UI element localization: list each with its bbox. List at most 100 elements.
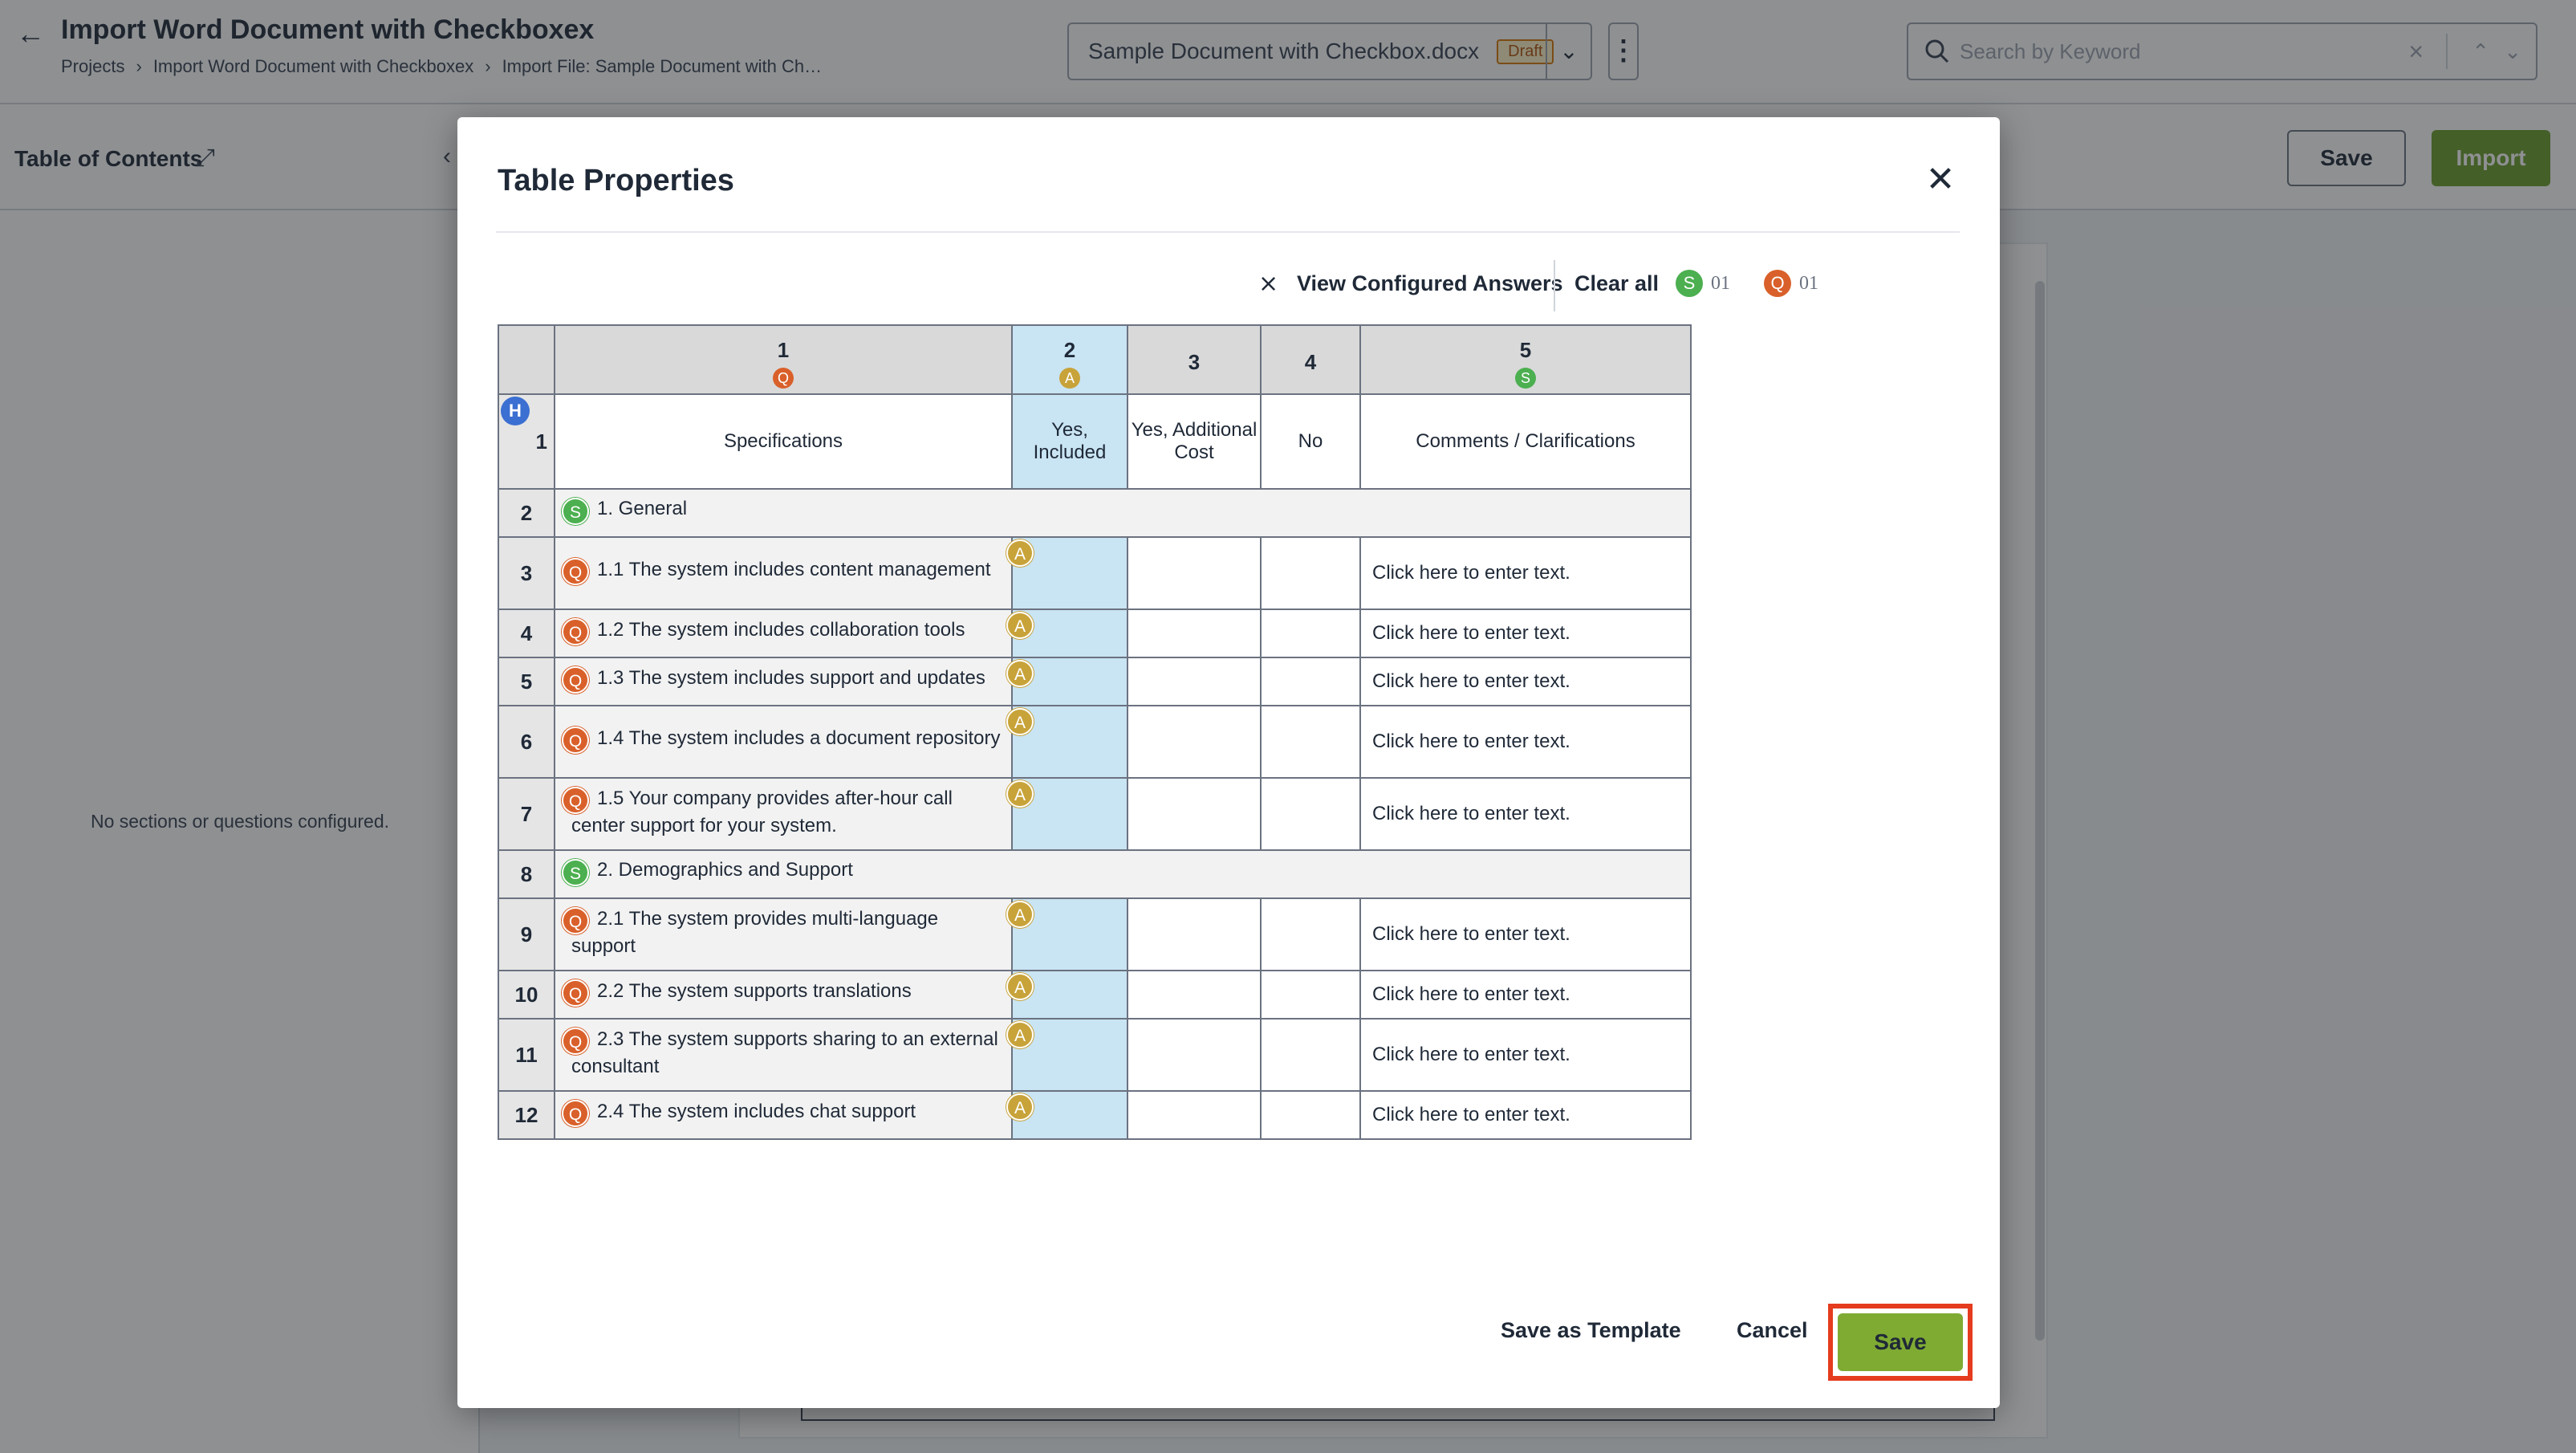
close-icon[interactable]: ✕ <box>1920 159 1961 201</box>
table-cell[interactable] <box>1127 970 1262 1020</box>
answer-badge-icon: A <box>1006 539 1034 567</box>
question-cell[interactable]: Q 1.3 The system includes support and upd… <box>554 657 1013 706</box>
question-row[interactable]: 5 Q 1.3 The system includes support and up… <box>498 657 1692 706</box>
answer-cell[interactable]: A <box>1006 1090 1128 1140</box>
row-number[interactable]: 12 <box>498 1090 555 1140</box>
row-number[interactable]: 5 <box>498 657 555 706</box>
question-badge-icon: Q <box>562 618 589 645</box>
row-number[interactable]: 9 <box>498 897 555 971</box>
table-cell[interactable] <box>1127 1018 1262 1092</box>
table-cell[interactable] <box>1260 657 1361 706</box>
question-row[interactable]: 6 Q 1.4 The system includes a document rep… <box>498 705 1692 779</box>
comment-cell[interactable]: Click here to enter text. <box>1359 657 1692 706</box>
comment-cell[interactable]: Click here to enter text. <box>1359 1018 1692 1092</box>
column-header-3[interactable]: 3 <box>1127 324 1262 395</box>
question-row[interactable]: 11 Q 2.3 The system supports sharing to an… <box>498 1018 1692 1092</box>
question-badge-icon: Q <box>562 558 589 585</box>
corner-cell <box>498 324 555 395</box>
answer-badge-icon: A <box>1006 901 1034 928</box>
row-number[interactable]: 10 <box>498 970 555 1020</box>
question-cell[interactable]: Q 2.2 The system supports translations <box>554 970 1013 1020</box>
question-cell[interactable]: Q 2.1 The system provides multi-language … <box>554 897 1013 971</box>
table-cell[interactable] <box>1260 970 1361 1020</box>
section-badge-icon: S <box>562 498 589 525</box>
question-text: 1.3 The system includes support and upda… <box>597 667 985 689</box>
question-row[interactable]: 12 Q 2.4 The system includes chat support A… <box>498 1090 1692 1140</box>
row-number[interactable]: 11 <box>498 1018 555 1092</box>
answer-cell[interactable]: A <box>1006 897 1128 971</box>
cancel-button[interactable]: Cancel <box>1737 1318 1808 1343</box>
table-cell[interactable] <box>1127 657 1262 706</box>
answer-badge-icon: A <box>1006 1021 1034 1048</box>
answer-cell[interactable]: A <box>1006 1018 1128 1092</box>
table-cell[interactable] <box>1260 536 1361 610</box>
comment-cell[interactable]: Click here to enter text. <box>1359 536 1692 610</box>
table-cell[interactable] <box>1260 897 1361 971</box>
question-badge-icon: Q <box>1764 270 1791 297</box>
row-number[interactable]: 4 <box>498 608 555 658</box>
header-cell[interactable]: Yes, Included <box>1011 393 1128 490</box>
table-cell[interactable] <box>1127 608 1262 658</box>
answer-cell[interactable]: A <box>1006 657 1128 706</box>
section-row[interactable]: 8 S 2. Demographics and Support <box>498 849 1692 899</box>
row-number[interactable]: 2 <box>498 488 555 538</box>
question-row[interactable]: 3 Q 1.1 The system includes content manage… <box>498 536 1692 610</box>
column-header-5[interactable]: 5 S <box>1359 324 1692 395</box>
question-cell[interactable]: Q 1.4 The system includes a document repo… <box>554 705 1013 779</box>
header-cell[interactable]: Yes, Additional Cost <box>1127 393 1262 490</box>
comment-cell[interactable]: Click here to enter text. <box>1359 705 1692 779</box>
table-cell[interactable] <box>1127 777 1262 851</box>
answer-cell[interactable]: A <box>1006 608 1128 658</box>
question-cell[interactable]: Q 2.3 The system supports sharing to an e… <box>554 1018 1013 1092</box>
section-row[interactable]: 2 S 1. General <box>498 488 1692 538</box>
question-cell[interactable]: Q 1.5 Your company provides after-hour ca… <box>554 777 1013 851</box>
table-cell[interactable] <box>1260 608 1361 658</box>
answer-badge-icon: A <box>1006 1093 1034 1121</box>
save-as-template-button[interactable]: Save as Template <box>1501 1318 1681 1343</box>
row-number[interactable]: 6 <box>498 705 555 779</box>
clear-all-button[interactable]: Clear all <box>1574 271 1659 296</box>
question-cell[interactable]: Q 1.1 The system includes content managem… <box>554 536 1013 610</box>
table-cell[interactable] <box>1260 1018 1361 1092</box>
answer-cell[interactable]: A <box>1006 705 1128 779</box>
question-badge-icon: Q <box>773 367 794 389</box>
answer-cell[interactable]: A <box>1006 777 1128 851</box>
table-cell[interactable] <box>1127 705 1262 779</box>
comment-cell[interactable]: Click here to enter text. <box>1359 897 1692 971</box>
question-cell[interactable]: Q 1.2 The system includes collaboration t… <box>554 608 1013 658</box>
column-header-2[interactable]: 2 A <box>1011 324 1128 395</box>
table-cell[interactable] <box>1260 777 1361 851</box>
section-cell[interactable]: S 1. General <box>554 488 1692 538</box>
answer-badge-icon: A <box>1059 367 1080 389</box>
comment-cell[interactable]: Click here to enter text. <box>1359 970 1692 1020</box>
row-number[interactable]: 3 <box>498 536 555 610</box>
row-number[interactable]: H 1 <box>498 393 555 490</box>
modal-save-button[interactable]: Save <box>1838 1313 1963 1371</box>
question-row[interactable]: 4 Q 1.2 The system includes collaboration … <box>498 608 1692 658</box>
divider <box>496 231 1960 233</box>
table-cell[interactable] <box>1260 705 1361 779</box>
comment-cell[interactable]: Click here to enter text. <box>1359 1090 1692 1140</box>
question-row[interactable]: 9 Q 2.1 The system provides multi-language… <box>498 897 1692 971</box>
row-number[interactable]: 7 <box>498 777 555 851</box>
table-header-row[interactable]: H 1 Specifications Yes, Included Yes, Ad… <box>498 393 1692 490</box>
table-cell[interactable] <box>1260 1090 1361 1140</box>
question-row[interactable]: 10 Q 2.2 The system supports translations A… <box>498 970 1692 1020</box>
header-cell[interactable]: Specifications <box>554 393 1013 490</box>
table-cell[interactable] <box>1127 536 1262 610</box>
section-cell[interactable]: S 2. Demographics and Support <box>554 849 1692 899</box>
row-number[interactable]: 8 <box>498 849 555 899</box>
header-cell[interactable]: No <box>1260 393 1361 490</box>
table-cell[interactable] <box>1127 897 1262 971</box>
question-row[interactable]: 7 Q 1.5 Your company provides after-hour c… <box>498 777 1692 851</box>
answer-cell[interactable]: A <box>1006 536 1128 610</box>
column-header-4[interactable]: 4 <box>1260 324 1361 395</box>
table-cell[interactable] <box>1127 1090 1262 1140</box>
comment-cell[interactable]: Click here to enter text. <box>1359 608 1692 658</box>
question-cell[interactable]: Q 2.4 The system includes chat support <box>554 1090 1013 1140</box>
column-header-1[interactable]: 1 Q <box>554 324 1013 395</box>
view-configured-answers-button[interactable]: View Configured Answers <box>1297 271 1563 296</box>
comment-cell[interactable]: Click here to enter text. <box>1359 777 1692 851</box>
header-cell[interactable]: Comments / Clarifications <box>1359 393 1692 490</box>
answer-cell[interactable]: A <box>1006 970 1128 1020</box>
